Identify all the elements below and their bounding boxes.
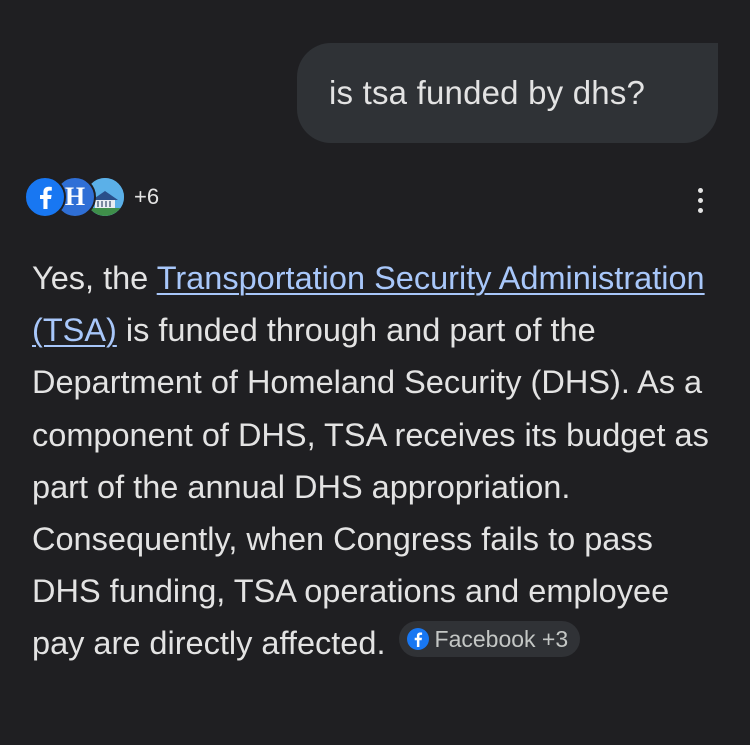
answer-text: Yes, the Transportation Security Adminis… [32,252,722,670]
sources-row[interactable]: H +6 [24,176,159,218]
facebook-icon [406,628,429,651]
sources-more-count: +6 [134,184,160,209]
facebook-icon [24,176,66,218]
user-message-bubble: is tsa funded by dhs? [297,43,718,143]
more-options-icon[interactable] [686,182,714,218]
answer-body: is funded through and part of the Depart… [32,312,709,662]
citation-label: Facebook +3 [434,626,569,653]
user-message-text: is tsa funded by dhs? [329,74,646,111]
answer-prefix: Yes, the [32,260,157,296]
citation-chip[interactable]: Facebook +3 [398,621,581,658]
